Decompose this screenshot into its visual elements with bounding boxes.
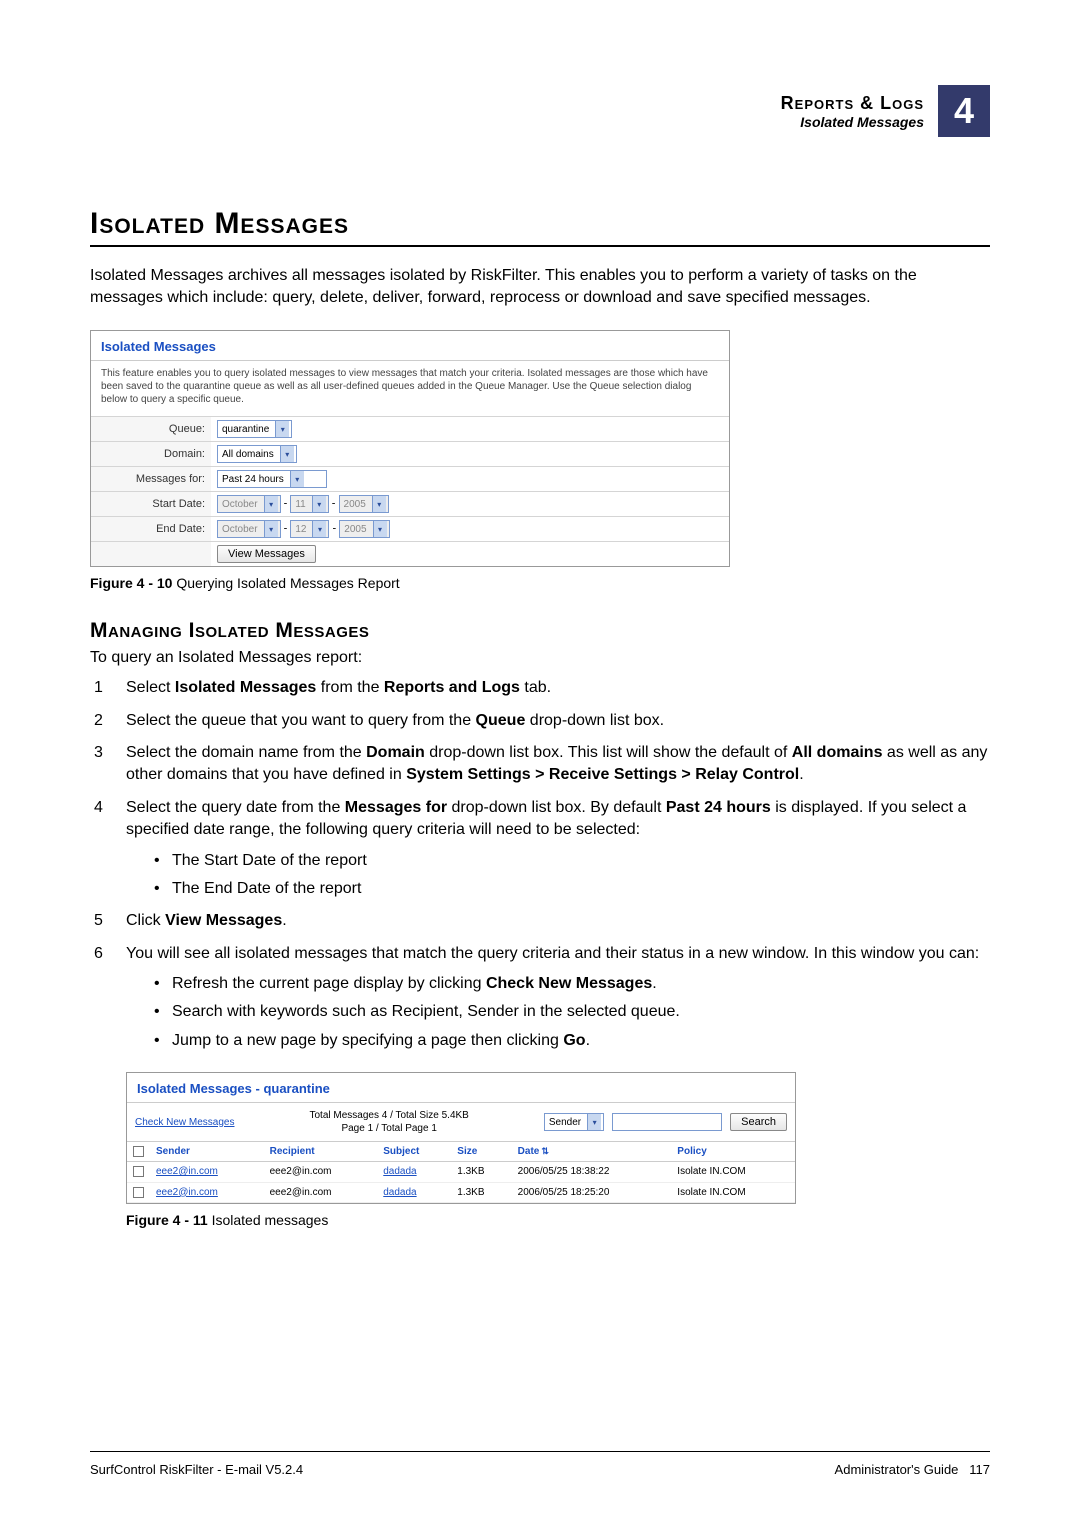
end-day-select[interactable]: 12 ▾ bbox=[290, 520, 329, 538]
col-sender[interactable]: Sender bbox=[150, 1142, 264, 1162]
header-section: Reports & Logs bbox=[781, 93, 924, 114]
results-panel: Isolated Messages - quarantine Check New… bbox=[126, 1072, 796, 1203]
messagesfor-value: Past 24 hours bbox=[222, 474, 284, 485]
messagesfor-label: Messages for: bbox=[91, 467, 211, 492]
subject-link[interactable]: dadada bbox=[383, 1166, 416, 1177]
select-all-checkbox[interactable] bbox=[133, 1146, 144, 1157]
figure-caption: Figure 4 - 11 Isolated messages bbox=[126, 1212, 990, 1228]
recipient-cell: eee2@in.com bbox=[264, 1162, 378, 1182]
sender-link[interactable]: eee2@in.com bbox=[156, 1187, 218, 1198]
queue-label: Queue: bbox=[91, 417, 211, 442]
start-year-select[interactable]: 2005 ▾ bbox=[339, 495, 389, 513]
chapter-badge: 4 bbox=[938, 85, 990, 137]
sender-link[interactable]: eee2@in.com bbox=[156, 1166, 218, 1177]
col-size[interactable]: Size bbox=[451, 1142, 511, 1162]
lead-text: To query an Isolated Messages report: bbox=[90, 649, 990, 667]
chevron-down-icon: ▾ bbox=[290, 471, 304, 487]
results-title: Isolated Messages - quarantine bbox=[127, 1073, 795, 1102]
step-item: Select Isolated Messages from the Report… bbox=[90, 677, 990, 699]
sort-icon: ⇅ bbox=[541, 1146, 549, 1156]
chevron-down-icon: ▾ bbox=[264, 496, 278, 512]
size-cell: 1.3KB bbox=[451, 1182, 511, 1202]
results-summary: Total Messages 4 / Total Size 5.4KB Page… bbox=[242, 1109, 535, 1135]
chevron-down-icon: ▾ bbox=[312, 521, 326, 537]
row-checkbox[interactable] bbox=[133, 1166, 144, 1177]
end-year-select[interactable]: 2005 ▾ bbox=[339, 520, 389, 538]
col-date[interactable]: Date⇅ bbox=[512, 1142, 672, 1162]
bullet-item: Refresh the current page display by clic… bbox=[154, 973, 990, 995]
start-month-select[interactable]: October ▾ bbox=[217, 495, 281, 513]
subsection-heading: Managing Isolated Messages bbox=[90, 619, 990, 643]
end-month-select[interactable]: October ▾ bbox=[217, 520, 281, 538]
page-footer: SurfControl RiskFilter - E-mail V5.2.4 A… bbox=[90, 1451, 990, 1477]
section-heading: Isolated Messages bbox=[90, 207, 990, 247]
header-subtitle: Isolated Messages bbox=[781, 114, 924, 130]
domain-label: Domain: bbox=[91, 442, 211, 467]
figure-caption: Figure 4 - 10 Querying Isolated Messages… bbox=[90, 575, 990, 591]
policy-cell: Isolate IN.COM bbox=[671, 1162, 795, 1182]
start-day-select[interactable]: 11 ▾ bbox=[290, 495, 328, 513]
chevron-down-icon: ▾ bbox=[373, 521, 387, 537]
step-item: Select the queue that you want to query … bbox=[90, 710, 990, 732]
col-subject[interactable]: Subject bbox=[377, 1142, 451, 1162]
step-item: You will see all isolated messages that … bbox=[90, 943, 990, 1053]
view-messages-button[interactable]: View Messages bbox=[217, 545, 316, 563]
subject-link[interactable]: dadada bbox=[383, 1187, 416, 1198]
search-button[interactable]: Search bbox=[730, 1113, 787, 1131]
step-item: Select the domain name from the Domain d… bbox=[90, 742, 990, 787]
check-new-messages-link[interactable]: Check New Messages bbox=[135, 1117, 234, 1128]
policy-cell: Isolate IN.COM bbox=[671, 1182, 795, 1202]
intro-paragraph: Isolated Messages archives all messages … bbox=[90, 265, 990, 308]
panel-description: This feature enables you to query isolat… bbox=[91, 361, 729, 416]
step-item: Click View Messages. bbox=[90, 910, 990, 932]
query-panel: Isolated Messages This feature enables y… bbox=[90, 330, 730, 567]
queue-select[interactable]: quarantine ▾ bbox=[217, 420, 292, 438]
date-cell: 2006/05/25 18:38:22 bbox=[512, 1162, 672, 1182]
search-field-select[interactable]: Sender ▾ bbox=[544, 1113, 604, 1131]
col-policy[interactable]: Policy bbox=[671, 1142, 795, 1162]
chevron-down-icon: ▾ bbox=[264, 521, 278, 537]
bullet-item: Jump to a new page by specifying a page … bbox=[154, 1030, 990, 1052]
messagesfor-select[interactable]: Past 24 hours ▾ bbox=[217, 470, 327, 488]
page-header: Reports & Logs Isolated Messages 4 bbox=[90, 85, 990, 137]
table-row: eee2@in.com eee2@in.com dadada 1.3KB 200… bbox=[127, 1162, 795, 1182]
size-cell: 1.3KB bbox=[451, 1162, 511, 1182]
chevron-down-icon: ▾ bbox=[312, 496, 326, 512]
table-row: eee2@in.com eee2@in.com dadada 1.3KB 200… bbox=[127, 1182, 795, 1202]
date-cell: 2006/05/25 18:25:20 bbox=[512, 1182, 672, 1202]
domain-select[interactable]: All domains ▾ bbox=[217, 445, 297, 463]
recipient-cell: eee2@in.com bbox=[264, 1182, 378, 1202]
domain-value: All domains bbox=[222, 449, 274, 460]
panel-title: Isolated Messages bbox=[91, 331, 729, 361]
startdate-label: Start Date: bbox=[91, 492, 211, 517]
chevron-down-icon: ▾ bbox=[275, 421, 289, 437]
footer-right: Administrator's Guide 117 bbox=[835, 1462, 990, 1477]
step-item: Select the query date from the Messages … bbox=[90, 797, 990, 901]
chevron-down-icon: ▾ bbox=[587, 1114, 601, 1130]
row-checkbox[interactable] bbox=[133, 1187, 144, 1198]
chevron-down-icon: ▾ bbox=[372, 496, 386, 512]
queue-value: quarantine bbox=[222, 424, 269, 435]
bullet-item: Search with keywords such as Recipient, … bbox=[154, 1001, 990, 1023]
bullet-item: The Start Date of the report bbox=[154, 850, 990, 872]
search-input[interactable] bbox=[612, 1113, 722, 1131]
enddate-label: End Date: bbox=[91, 517, 211, 542]
bullet-item: The End Date of the report bbox=[154, 878, 990, 900]
steps-list: Select Isolated Messages from the Report… bbox=[90, 677, 990, 1052]
footer-left: SurfControl RiskFilter - E-mail V5.2.4 bbox=[90, 1462, 303, 1477]
chevron-down-icon: ▾ bbox=[280, 446, 294, 462]
col-recipient[interactable]: Recipient bbox=[264, 1142, 378, 1162]
